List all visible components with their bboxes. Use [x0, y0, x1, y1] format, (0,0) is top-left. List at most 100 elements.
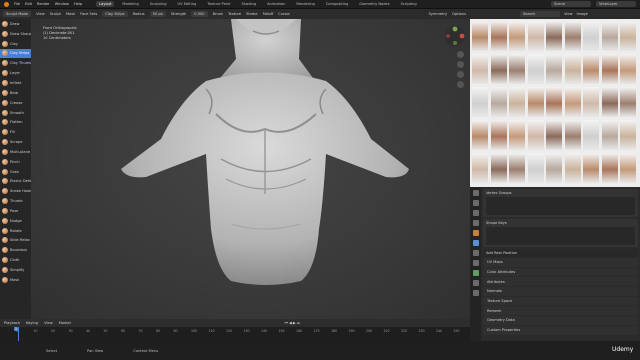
falloff-menu[interactable]: Falloff: [263, 12, 274, 16]
reference-thumbnail[interactable]: [583, 54, 599, 84]
brush-menu[interactable]: Brush: [213, 12, 223, 16]
brush-item[interactable]: Pinch: [0, 157, 31, 167]
reference-thumbnail[interactable]: [490, 54, 507, 84]
strength-field[interactable]: 0.500: [191, 11, 208, 17]
texture-tab-icon[interactable]: [472, 290, 479, 296]
material-tab-icon[interactable]: [472, 280, 479, 286]
reference-thumbnail[interactable]: [509, 120, 525, 150]
reference-thumbnail[interactable]: [583, 21, 599, 51]
view-menu[interactable]: View: [36, 12, 45, 16]
tab-sculpting[interactable]: Sculpting: [147, 1, 170, 7]
tab-modeling[interactable]: Modeling: [119, 1, 141, 7]
radius-field[interactable]: 50 px: [149, 11, 166, 17]
reference-thumbnail[interactable]: [564, 54, 581, 84]
sculpt-bust[interactable]: [31, 19, 470, 319]
reference-thumbnail[interactable]: [564, 153, 581, 183]
sculpt-menu[interactable]: Sculpt: [50, 12, 61, 16]
reference-thumbnail[interactable]: [546, 153, 562, 183]
face-sets-menu[interactable]: Face Sets: [80, 12, 97, 16]
reference-thumbnail[interactable]: [527, 120, 544, 150]
reference-thumbnail[interactable]: [620, 54, 636, 84]
tab-rendering[interactable]: Rendering: [293, 1, 317, 7]
brush-item[interactable]: Thumb: [0, 196, 31, 206]
reference-thumbnail[interactable]: [527, 21, 544, 51]
tab-shading[interactable]: Shading: [238, 1, 259, 7]
texture-menu[interactable]: Texture: [228, 12, 241, 16]
reference-image-panel[interactable]: Search View Image: [470, 9, 640, 187]
mask-menu[interactable]: Mask: [66, 12, 75, 16]
brush-item[interactable]: Crease: [0, 98, 31, 108]
ref-search-input[interactable]: Search: [520, 11, 560, 17]
add-rest-position-button[interactable]: Add Rest Position: [483, 249, 638, 257]
shape-keys-list[interactable]: [486, 227, 635, 245]
brush-item[interactable]: Slide Relax: [0, 236, 31, 246]
brush-item[interactable]: Grab: [0, 167, 31, 177]
reference-thumbnail[interactable]: [527, 87, 544, 117]
pan-hand-icon[interactable]: [457, 61, 464, 68]
reference-thumbnail[interactable]: [527, 153, 544, 183]
reference-thumbnail[interactable]: [509, 21, 525, 51]
playhead[interactable]: [18, 327, 19, 341]
brush-item[interactable]: Flatten: [0, 117, 31, 127]
output-tab-icon[interactable]: [472, 210, 479, 216]
brush-item[interactable]: Smooth: [0, 108, 31, 118]
play-controls-icon[interactable]: ⏮ ◀ ▶ ⏭: [285, 321, 300, 325]
properties-subsection[interactable]: Texture Space: [483, 296, 638, 306]
modifier-tab-icon[interactable]: [472, 240, 479, 246]
tab-animation[interactable]: Animation: [264, 1, 288, 7]
brush-item[interactable]: Boundary: [0, 245, 31, 255]
brush-item[interactable]: Clay Thumb: [0, 58, 31, 68]
menu-window[interactable]: Window: [55, 2, 69, 6]
reference-thumbnail[interactable]: [472, 21, 488, 51]
brush-item[interactable]: Nudge: [0, 216, 31, 226]
object-tab-icon[interactable]: [472, 230, 479, 236]
3d-viewport[interactable]: Front Orthographic (1) Decimate.001 10 C…: [31, 19, 470, 319]
reference-thumbnail[interactable]: [472, 120, 488, 150]
brush-item[interactable]: Multi-plane Scrape: [0, 147, 31, 157]
cursor-menu[interactable]: Cursor: [278, 12, 290, 16]
brush-item[interactable]: Inflate: [0, 78, 31, 88]
reference-thumbnail[interactable]: [583, 153, 599, 183]
brush-item[interactable]: Elastic Deform: [0, 177, 31, 187]
reference-thumbnail[interactable]: [620, 153, 636, 183]
scene-selector[interactable]: Scene: [551, 1, 591, 7]
particles-tab-icon[interactable]: [472, 250, 479, 256]
reference-thumbnail[interactable]: [601, 21, 618, 51]
brush-item[interactable]: Fill: [0, 127, 31, 137]
brush-item[interactable]: Clay Strips: [0, 48, 31, 59]
tab-scripting[interactable]: Scripting: [398, 1, 420, 7]
navigation-gizmo[interactable]: [444, 25, 466, 47]
reference-thumbnail[interactable]: [564, 21, 581, 51]
physics-tab-icon[interactable]: [472, 260, 479, 266]
brush-item[interactable]: Pose: [0, 206, 31, 216]
render-tab-icon[interactable]: [472, 200, 479, 206]
scene-tab-icon[interactable]: [472, 220, 479, 226]
timeline-playback-menu[interactable]: Playback: [4, 321, 20, 325]
properties-subsection[interactable]: Geometry Data: [483, 316, 638, 325]
properties-subsection[interactable]: Custom Properties: [483, 325, 638, 335]
brush-item[interactable]: Mask: [0, 275, 31, 285]
grid-icon[interactable]: [457, 81, 464, 88]
camera-icon[interactable]: [457, 71, 464, 78]
tool-tab-icon[interactable]: [472, 190, 479, 196]
brush-item[interactable]: Clay: [0, 39, 31, 49]
ref-image-menu[interactable]: Image: [577, 12, 588, 16]
symmetry-menu[interactable]: Symmetry: [428, 12, 447, 16]
brush-item[interactable]: Draw Sharp: [0, 29, 31, 39]
reference-thumbnail[interactable]: [546, 87, 562, 117]
reference-thumbnail[interactable]: [490, 87, 507, 117]
tab-geometry-nodes[interactable]: Geometry Nodes: [356, 1, 392, 7]
reference-thumbnail[interactable]: [564, 87, 581, 117]
brush-item[interactable]: Snake Hook: [0, 186, 31, 196]
reference-thumbnail[interactable]: [472, 87, 488, 117]
vertex-groups-header[interactable]: Vertex Groups: [486, 191, 635, 195]
frame-ruler[interactable]: 1 1 10 20 30 40 50 60 70 80 90 100 110 120 130 140 150 1…: [0, 327, 470, 341]
reference-thumbnail[interactable]: [546, 54, 562, 84]
reference-thumbnail[interactable]: [490, 153, 507, 183]
reference-thumbnail[interactable]: [490, 21, 507, 51]
reference-thumbnail[interactable]: [546, 21, 562, 51]
reference-thumbnail[interactable]: [601, 120, 618, 150]
brush-item[interactable]: Rotate: [0, 226, 31, 236]
brush-item[interactable]: Simplify: [0, 265, 31, 275]
reference-thumbnail[interactable]: [509, 54, 525, 84]
